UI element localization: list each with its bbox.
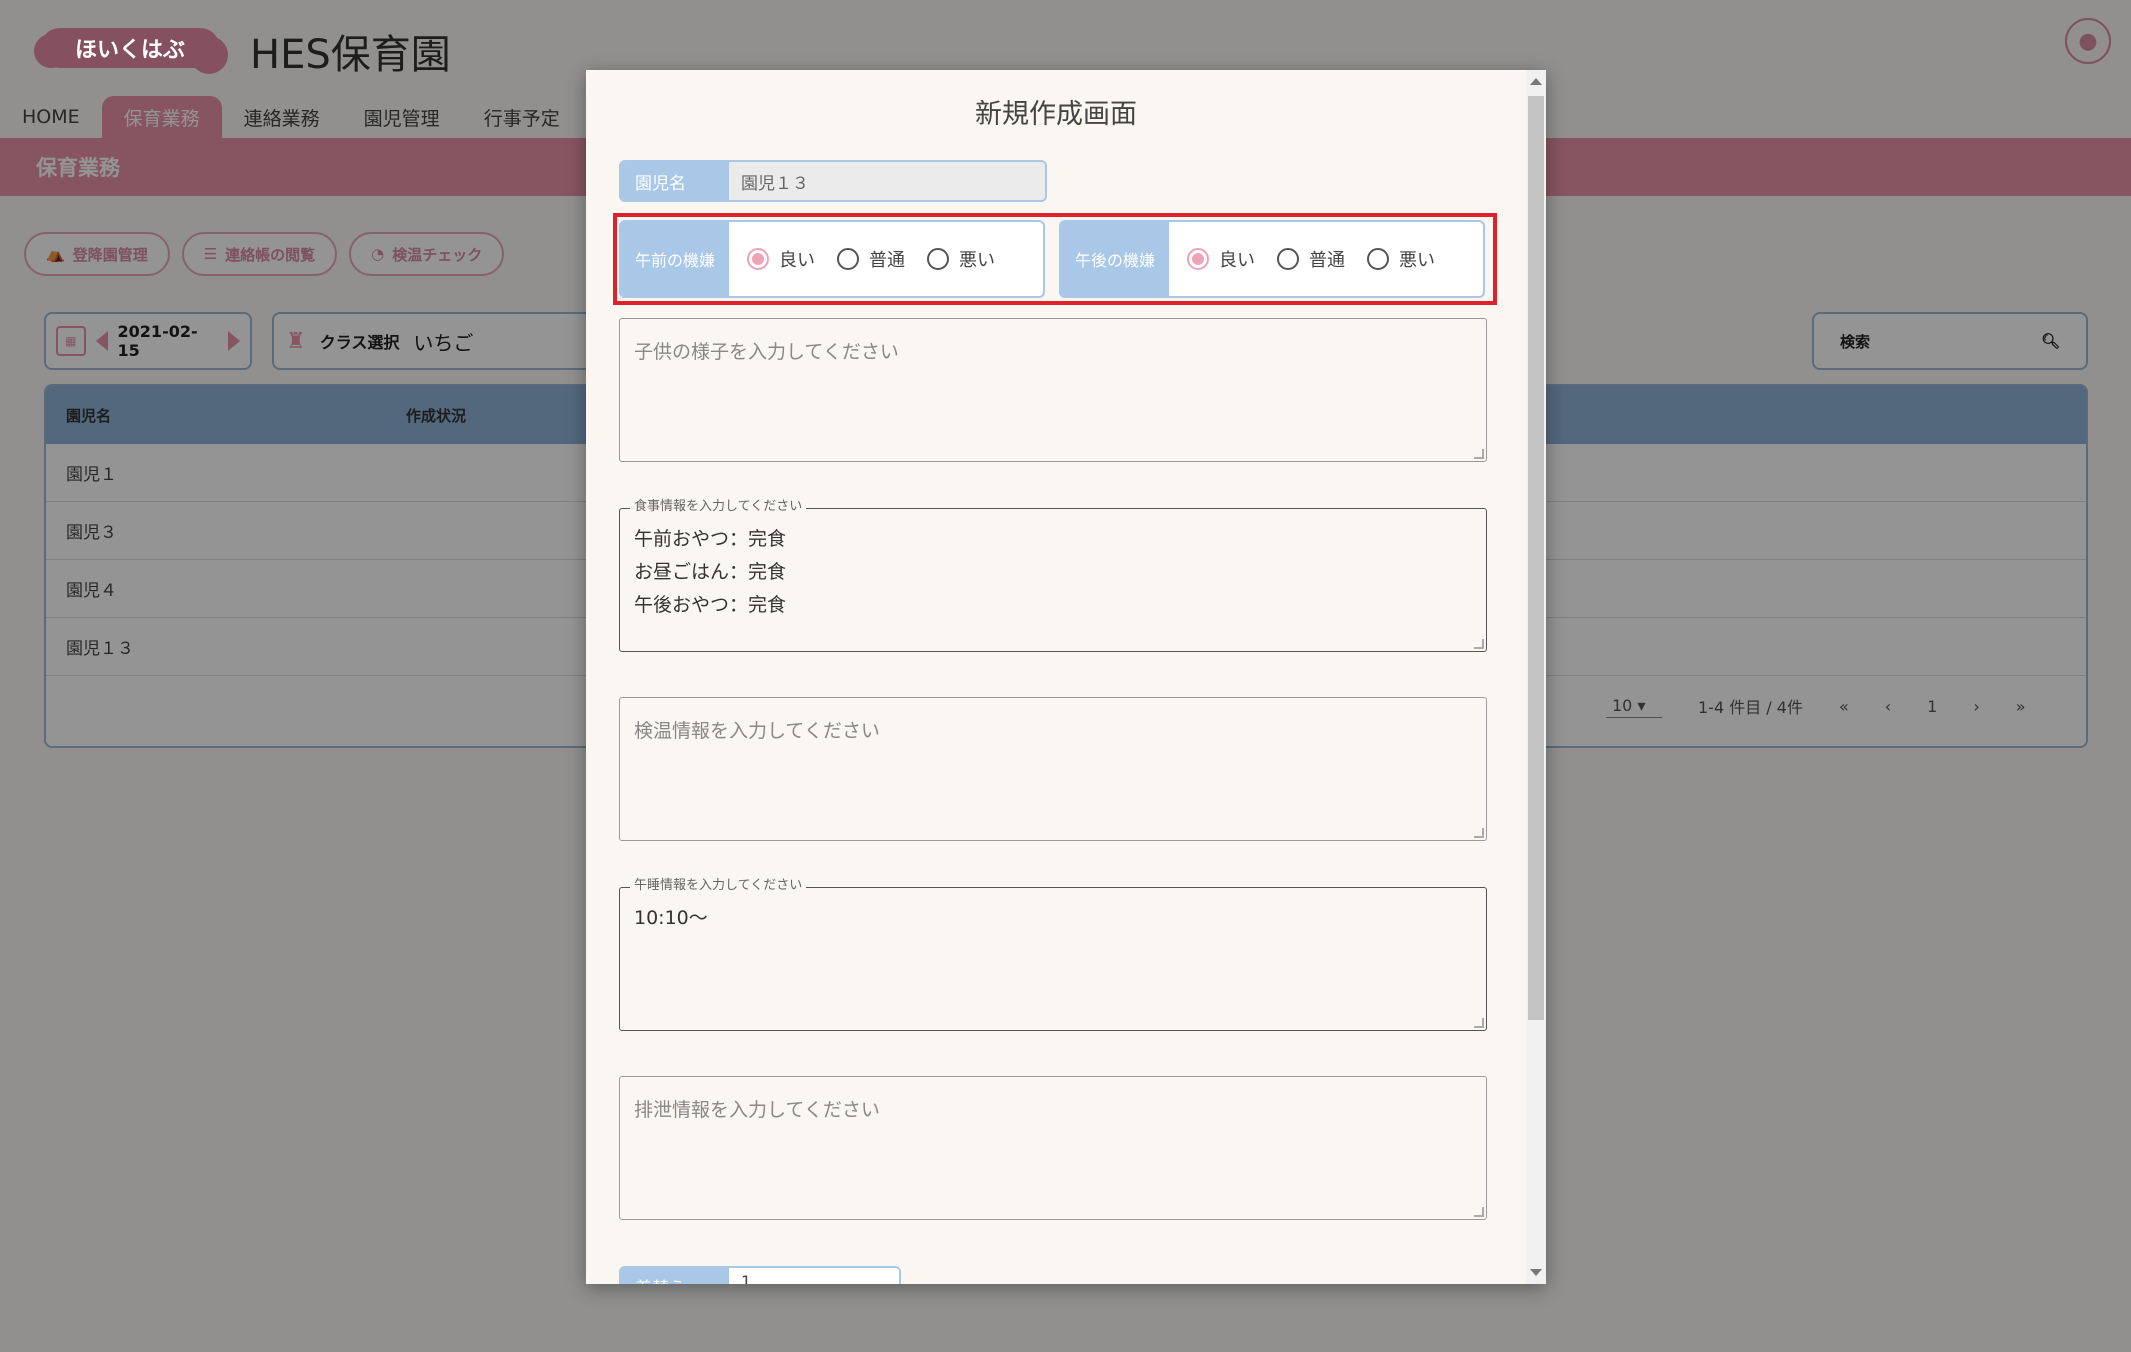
radio-checked-icon[interactable] (747, 248, 769, 270)
create-dialog: 新規作成画面 園児名 園児１３ 午前の機嫌 良い 普通 悪い 午後の機嫌 良い … (586, 70, 1546, 1284)
logo-text: ほいくはぶ (74, 38, 185, 63)
resize-handle-icon[interactable] (1474, 1207, 1484, 1217)
scroll-down-icon[interactable] (1530, 1269, 1542, 1276)
excretion-placeholder: 排泄情報を入力してください (634, 1099, 880, 1121)
am-mood-normal[interactable]: 普通 (837, 246, 905, 272)
meal-line: 午前おやつ：完食 (634, 528, 787, 550)
pm-mood-good-label: 良い (1219, 250, 1255, 271)
pm-mood-normal[interactable]: 普通 (1277, 246, 1345, 272)
clothes-change-field[interactable]: 着替え 1 (619, 1266, 901, 1284)
condition-textarea[interactable]: 子供の様子を入力してください (619, 318, 1487, 462)
radio-unchecked-icon[interactable] (837, 248, 859, 270)
pm-mood-good[interactable]: 良い (1187, 246, 1255, 272)
am-mood-good[interactable]: 良い (747, 246, 815, 272)
pm-mood-bad-label: 悪い (1399, 250, 1435, 271)
scroll-thumb[interactable] (1528, 96, 1544, 1020)
am-mood-label: 午前の機嫌 (621, 222, 729, 296)
radio-unchecked-icon[interactable] (1277, 248, 1299, 270)
meal-line: 午後おやつ：完食 (634, 594, 787, 616)
clothes-change-value: 1 (729, 1268, 899, 1284)
nap-textarea[interactable]: 午睡情報を入力してください 10:10〜 (619, 878, 1487, 1031)
pm-mood-label: 午後の機嫌 (1061, 222, 1169, 296)
condition-placeholder: 子供の様子を入力してください (634, 341, 899, 363)
clothes-change-label: 着替え (621, 1268, 729, 1284)
dialog-title: 新規作成画面 (975, 99, 1137, 130)
excretion-textarea[interactable]: 排泄情報を入力してください (619, 1076, 1487, 1220)
resize-handle-icon[interactable] (1474, 828, 1484, 838)
resize-handle-icon[interactable] (1474, 1018, 1484, 1028)
am-mood-bad-label: 悪い (959, 250, 995, 271)
pm-mood-bad[interactable]: 悪い (1367, 246, 1435, 272)
meal-line: お昼ごはん：完食 (634, 561, 787, 583)
radio-unchecked-icon[interactable] (927, 248, 949, 270)
scroll-up-icon[interactable] (1530, 78, 1542, 85)
radio-checked-icon[interactable] (1187, 248, 1209, 270)
child-name-value: 園児１３ (729, 162, 1045, 200)
resize-handle-icon[interactable] (1474, 449, 1484, 459)
child-name-field: 園児名 園児１３ (619, 160, 1047, 202)
pm-mood-group: 午後の機嫌 良い 普通 悪い (1059, 220, 1485, 298)
nap-value: 10:10〜 (634, 907, 708, 929)
am-mood-group: 午前の機嫌 良い 普通 悪い (619, 220, 1045, 298)
nap-legend: 午睡情報を入力してください (630, 878, 807, 894)
meal-textarea[interactable]: 食事情報を入力してください 午前おやつ：完食 お昼ごはん：完食 午後おやつ：完食 (619, 499, 1487, 652)
dialog-scrollbar[interactable] (1526, 70, 1546, 1284)
am-mood-good-label: 良い (779, 250, 815, 271)
child-name-label: 園児名 (621, 162, 729, 200)
pm-mood-normal-label: 普通 (1309, 250, 1345, 271)
am-mood-normal-label: 普通 (869, 250, 905, 271)
temperature-textarea[interactable]: 検温情報を入力してください (619, 697, 1487, 841)
radio-unchecked-icon[interactable] (1367, 248, 1389, 270)
am-mood-bad[interactable]: 悪い (927, 246, 995, 272)
meal-legend: 食事情報を入力してください (630, 499, 807, 515)
resize-handle-icon[interactable] (1474, 639, 1484, 649)
temperature-placeholder: 検温情報を入力してください (634, 720, 880, 742)
